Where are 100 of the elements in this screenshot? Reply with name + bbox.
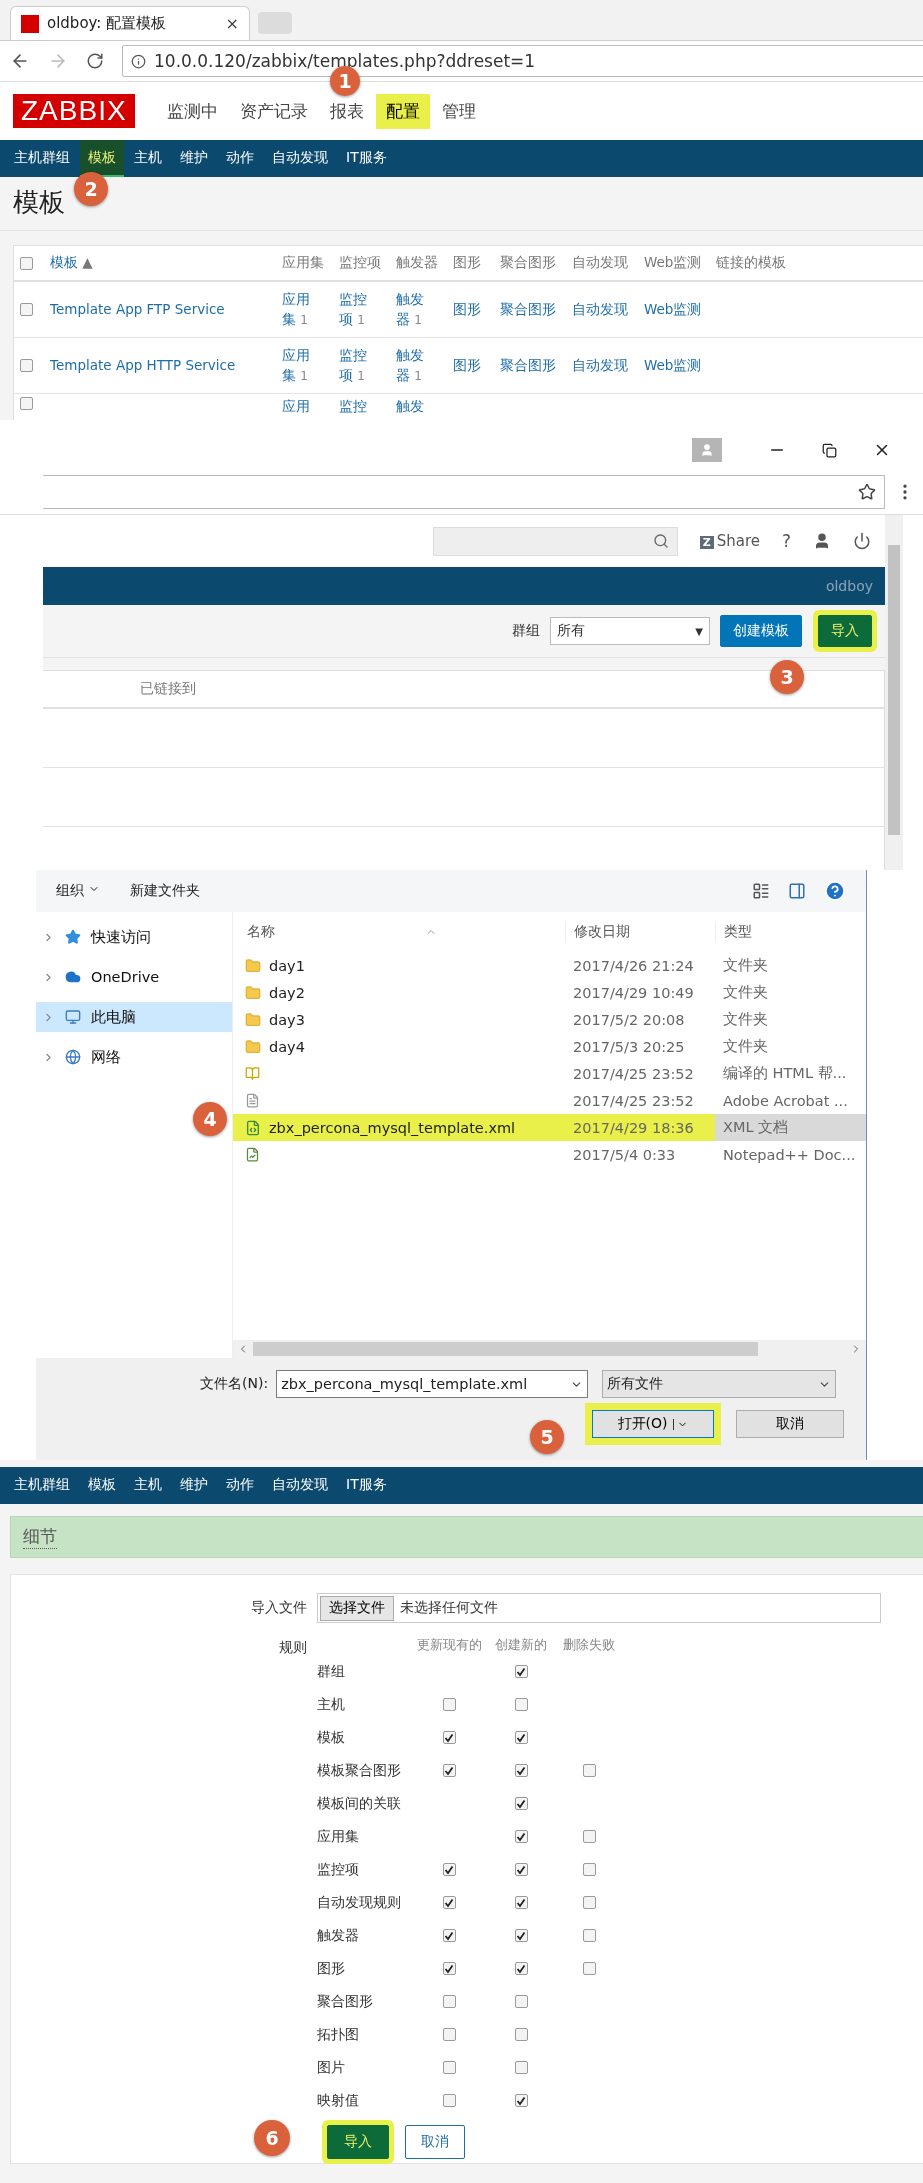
menu-item[interactable]: 报表: [319, 93, 374, 129]
table-link[interactable]: 触发: [396, 397, 430, 417]
new-folder-button[interactable]: 新建文件夹: [130, 882, 201, 900]
checkbox[interactable]: [514, 1863, 528, 1876]
checkbox[interactable]: [442, 2061, 456, 2074]
checkbox[interactable]: [514, 1764, 528, 1777]
file-row[interactable]: day3 2017/5/2 20:08 文件夹: [233, 1006, 866, 1033]
restore-icon[interactable]: [822, 442, 837, 458]
checkbox[interactable]: [20, 303, 33, 316]
submenu-item[interactable]: 维护: [172, 1467, 216, 1504]
submenu-item[interactable]: 模板: [80, 140, 124, 177]
search-icon[interactable]: [652, 533, 669, 549]
search-field[interactable]: [432, 526, 678, 556]
checkbox[interactable]: [514, 1995, 528, 2008]
table-link[interactable]: 应用集 1: [282, 345, 316, 386]
checkbox[interactable]: [582, 1863, 596, 1876]
user-icon[interactable]: [813, 532, 831, 550]
help-icon[interactable]: [824, 880, 846, 902]
submenu-item[interactable]: 动作: [218, 1467, 262, 1504]
checkbox[interactable]: [442, 1929, 456, 1942]
file-type-select[interactable]: 所有文件: [602, 1370, 837, 1398]
file-row[interactable]: 2017/5/4 0:33 Notepad++ Doc...: [233, 1141, 866, 1168]
nav-item[interactable]: OneDrive: [36, 962, 232, 992]
menu-item[interactable]: 资产记录: [229, 93, 318, 129]
checkbox[interactable]: [514, 1830, 528, 1843]
file-row[interactable]: zbx_percona_mysql_template.xml 2017/4/29 18:36 XML 文档: [233, 1114, 866, 1141]
help-link[interactable]: ?: [781, 531, 791, 551]
file-input[interactable]: 选择文件 未选择任何文件: [317, 1593, 881, 1623]
checkbox[interactable]: [514, 2094, 528, 2107]
filename-field[interactable]: zbx_percona_mysql_template.xml: [276, 1370, 589, 1398]
checkbox[interactable]: [442, 1863, 456, 1876]
submenu-item[interactable]: 主机: [126, 140, 170, 177]
checkbox[interactable]: [514, 1962, 528, 1975]
table-link[interactable]: 触发器 1: [396, 345, 430, 386]
menu-item[interactable]: 管理: [431, 93, 486, 129]
submenu-item[interactable]: IT服务: [338, 1467, 395, 1504]
table-link[interactable]: 应用: [282, 397, 316, 417]
create-template-button[interactable]: 创建模板: [720, 615, 802, 647]
checkbox[interactable]: [514, 1929, 528, 1942]
checkbox[interactable]: [514, 1896, 528, 1909]
table-link[interactable]: 监控: [339, 397, 373, 417]
checkbox[interactable]: [442, 1995, 456, 2008]
menu-item[interactable]: 监测中: [156, 93, 228, 129]
star-icon[interactable]: [858, 483, 876, 501]
power-icon[interactable]: [853, 532, 871, 550]
browser-tab[interactable]: oldboy: 配置模板 ×: [10, 6, 250, 40]
reload-icon[interactable]: [86, 52, 104, 70]
submenu-item[interactable]: 自动发现: [264, 1467, 336, 1504]
checkbox[interactable]: [582, 1896, 596, 1909]
submenu-item[interactable]: 动作: [218, 140, 262, 177]
table-link[interactable]: 自动发现: [572, 299, 644, 320]
submenu-item[interactable]: 主机: [126, 1467, 170, 1504]
table-link[interactable]: Web监测: [644, 299, 716, 320]
checkbox[interactable]: [442, 1764, 456, 1777]
file-row[interactable]: day4 2017/5/3 20:25 文件夹: [233, 1033, 866, 1060]
checkbox[interactable]: [582, 1929, 596, 1942]
table-link[interactable]: 应用集 1: [282, 289, 316, 330]
checkbox[interactable]: [514, 2061, 528, 2074]
cancel-button[interactable]: 取消: [405, 2125, 465, 2159]
checkbox[interactable]: [442, 2094, 456, 2107]
checkbox[interactable]: [20, 256, 33, 270]
checkbox[interactable]: [20, 359, 33, 372]
file-row[interactable]: day1 2017/4/26 21:24 文件夹: [233, 952, 866, 979]
checkbox[interactable]: [514, 1698, 528, 1711]
view-options-icon[interactable]: [752, 882, 770, 900]
submenu-item[interactable]: 维护: [172, 140, 216, 177]
details-link[interactable]: 细节: [23, 1525, 57, 1549]
checkbox[interactable]: [514, 1797, 528, 1810]
table-link[interactable]: 触发器 1: [396, 289, 430, 330]
file-row[interactable]: 2017/4/25 23:52 Adobe Acrobat ...: [233, 1087, 866, 1114]
column-header[interactable]: 修改日期: [565, 923, 715, 941]
file-row[interactable]: day2 2017/4/29 10:49 文件夹: [233, 979, 866, 1006]
group-select[interactable]: 所有 ▼: [550, 617, 710, 645]
checkbox[interactable]: [442, 2028, 456, 2041]
table-link[interactable]: 聚合图形: [500, 355, 572, 376]
cancel-button[interactable]: 取消: [736, 1410, 844, 1438]
menu-item[interactable]: 配置: [375, 93, 430, 129]
table-link[interactable]: 监控项 1: [339, 345, 373, 386]
table-link[interactable]: 自动发现: [572, 355, 644, 376]
checkbox[interactable]: [514, 1665, 528, 1678]
table-link[interactable]: 聚合图形: [500, 299, 572, 320]
checkbox[interactable]: [514, 2028, 528, 2041]
choose-file-button[interactable]: 选择文件: [320, 1595, 394, 1621]
table-link[interactable]: 图形: [453, 299, 500, 320]
column-header[interactable]: 类型: [715, 923, 866, 941]
close-tab-button[interactable]: ×: [225, 14, 239, 33]
share-link[interactable]: Z Share: [699, 532, 760, 550]
column-header[interactable]: 名称: [233, 923, 565, 941]
checkbox[interactable]: [442, 1698, 456, 1711]
checkbox[interactable]: [20, 397, 33, 410]
table-link[interactable]: 监控项 1: [339, 289, 373, 330]
submenu-item[interactable]: 模板: [80, 1467, 124, 1504]
template-link[interactable]: Template App FTP Service: [50, 299, 282, 320]
submenu-item[interactable]: 自动发现: [264, 140, 336, 177]
column-header[interactable]: 模板 ▲: [50, 254, 282, 272]
submenu-item[interactable]: IT服务: [338, 140, 395, 177]
checkbox[interactable]: [582, 1830, 596, 1843]
organize-menu[interactable]: 组织: [56, 882, 101, 900]
nav-item[interactable]: 快速访问: [36, 922, 232, 952]
submenu-item[interactable]: 主机群组: [6, 1467, 78, 1504]
